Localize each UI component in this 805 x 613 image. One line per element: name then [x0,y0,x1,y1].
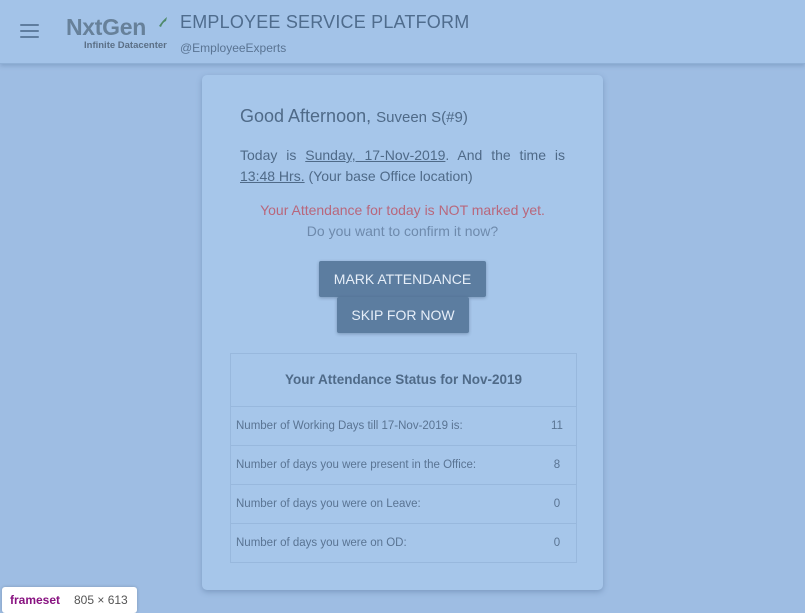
table-row: Number of days you were present in the O… [231,446,576,485]
attendance-warning: Your Attendance for today is NOT marked … [260,202,545,218]
attendance-question: Do you want to confirm it now? [306,223,499,239]
date-prefix: Today is [240,147,297,163]
row-label: Number of days you were on OD: [236,537,407,549]
nxtgen-logo[interactable]: NxtGen Infinite Datacenter [64,12,170,56]
app-subtitle: @EmployeeExperts [180,41,287,55]
table-row: Number of days you were on OD: 0 [231,524,576,562]
devtools-element-tooltip: frameset 805 × 613 [2,587,137,613]
row-label: Number of days you were present in the O… [236,459,477,471]
row-label: Number of Working Days till 17-Nov-2019 … [236,420,463,432]
date-middle: . And the time is [445,147,565,163]
logo-wordmark: NxtGen [66,14,146,40]
current-time: 13:48 Hrs. [240,168,305,184]
app-title: EMPLOYEE SERVICE PLATFORM [180,12,470,32]
status-table-title: Your Attendance Status for Nov-2019 [231,354,576,407]
table-row: Number of days you were on Leave: 0 [231,485,576,524]
greeting: Good Afternoon, Suveen S(#9) [240,106,468,127]
row-value: 8 [553,459,561,471]
logo-tagline: Infinite Datacenter [84,40,167,51]
current-date: Sunday, 17-Nov-2019 [305,147,446,163]
greeting-user-name: Suveen S(#9) [376,109,468,126]
hamburger-menu-icon[interactable] [20,24,39,38]
mark-attendance-button[interactable]: MARK ATTENDANCE [319,261,486,297]
row-value: 0 [553,498,561,510]
date-time-info: Today is Sunday, 17-Nov-2019. And the ti… [240,145,565,187]
attendance-card: Good Afternoon, Suveen S(#9) Today is Su… [202,75,603,590]
row-value: 11 [551,420,563,432]
logo-swoosh-icon [159,17,167,27]
top-app-bar: NxtGen Infinite Datacenter EMPLOYEE SERV… [0,0,805,64]
greeting-salutation: Good Afternoon, [240,106,372,126]
table-row: Number of Working Days till 17-Nov-2019 … [231,407,576,446]
row-value: 0 [553,537,561,549]
location-note: (Your base Office location) [308,168,473,184]
attendance-status-table: Your Attendance Status for Nov-2019 Numb… [230,353,577,563]
tooltip-dimensions: 805 × 613 [74,593,128,607]
skip-for-now-button[interactable]: SKIP FOR NOW [337,297,469,333]
tooltip-tag-name: frameset [10,593,61,607]
row-label: Number of days you were on Leave: [236,498,421,510]
